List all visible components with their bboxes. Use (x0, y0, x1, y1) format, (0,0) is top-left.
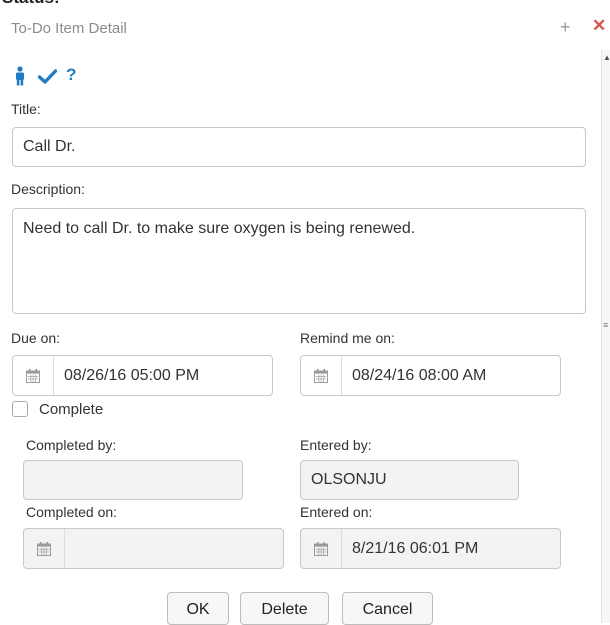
check-icon[interactable] (37, 69, 58, 89)
due-on-value: 08/26/16 05:00 PM (64, 366, 200, 384)
expand-button[interactable]: + (560, 17, 571, 38)
completed-by-field (23, 460, 243, 500)
due-on-label: Due on: (11, 330, 61, 346)
entered-on-value: 8/21/16 06:01 PM (352, 539, 479, 557)
help-icon[interactable]: ? (66, 65, 76, 85)
description-field[interactable]: Need to call Dr. to make sure oxygen is … (12, 208, 586, 314)
calendar-icon[interactable] (301, 356, 342, 395)
close-button[interactable]: ✕ (592, 16, 606, 36)
calendar-icon (301, 529, 342, 568)
entered-by-label: Entered by: (300, 437, 372, 453)
calendar-icon[interactable] (13, 356, 54, 395)
ok-button[interactable]: OK (167, 592, 229, 625)
remind-me-field[interactable]: 08/24/16 08:00 AM (300, 355, 561, 396)
dialog-title: To-Do Item Detail (11, 20, 127, 37)
title-label: Title: (11, 101, 41, 117)
entered-on-field: 8/21/16 06:01 PM (300, 528, 561, 569)
scroll-grip[interactable]: ≡ (603, 320, 608, 330)
title-field[interactable]: Call Dr. (12, 127, 586, 167)
delete-button[interactable]: Delete (240, 592, 329, 625)
entered-by-field: OLSONJU (300, 460, 519, 500)
complete-checkbox[interactable] (12, 401, 28, 417)
remind-me-label: Remind me on: (300, 330, 395, 346)
description-label: Description: (11, 181, 85, 197)
complete-label: Complete (39, 401, 104, 418)
remind-me-value: 08/24/16 08:00 AM (352, 366, 487, 384)
background-status-label: Status: (2, 0, 60, 8)
scrollbar[interactable] (601, 50, 610, 623)
completed-on-label: Completed on: (26, 504, 118, 520)
completed-on-field (23, 528, 284, 569)
due-on-field[interactable]: 08/26/16 05:00 PM (12, 355, 273, 396)
cancel-button[interactable]: Cancel (342, 592, 433, 625)
person-icon[interactable] (13, 66, 27, 91)
calendar-icon (24, 529, 65, 568)
scroll-up-arrow[interactable]: ▲ (603, 53, 610, 62)
completed-by-label: Completed by: (26, 437, 117, 453)
entered-on-label: Entered on: (300, 504, 373, 520)
